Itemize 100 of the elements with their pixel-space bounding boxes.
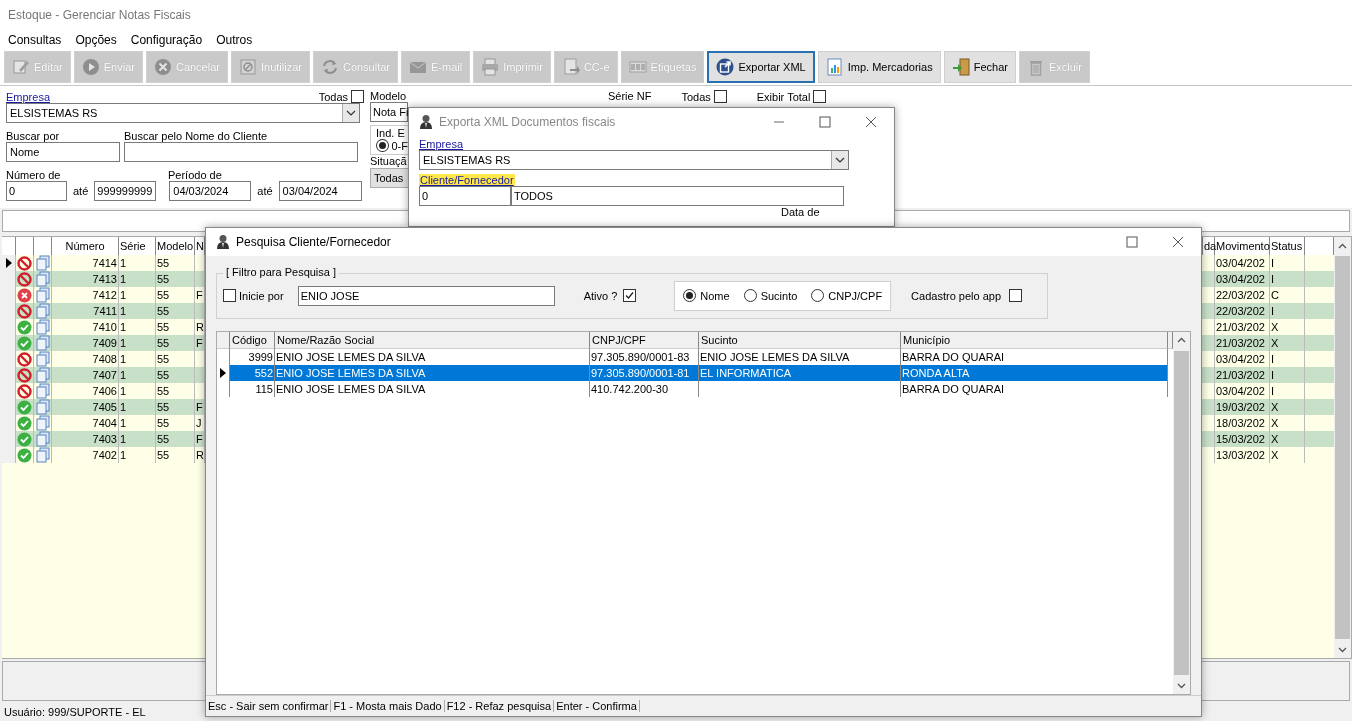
date-to-field[interactable]: 03/04/2024 [278,181,362,202]
close-icon[interactable] [1172,236,1184,248]
document-icon [35,287,50,304]
table-cell[interactable]: ENIO JOSE LEMES DA SILVA [275,348,590,365]
client-code-field[interactable]: 0 [419,186,511,206]
maximize-icon[interactable] [1126,236,1138,248]
checkbox[interactable] [223,289,236,303]
chevron-up-icon [1177,337,1186,344]
check-circle-icon [17,335,32,351]
label: Nome [700,289,730,302]
shortcut-hint: F1 - Mosta mais Dado [331,700,445,713]
label: Inicie por [239,289,284,302]
menu-item[interactable]: Outros [216,32,253,47]
exit-door-icon [951,58,970,77]
menu-item[interactable]: Consultas [8,32,62,47]
table-cell[interactable]: 3999 [230,348,275,365]
table-cell[interactable]: ENIO JOSE LEMES DA SILVA [275,364,590,381]
client-link[interactable]: Cliente/Fornecedor [419,174,515,186]
label: Modelo [370,90,408,103]
customer-name-field[interactable] [124,142,358,163]
label: até [73,185,89,198]
search-field[interactable]: ENIO JOSE [297,285,555,306]
number-from-field[interactable]: 0 [6,181,67,202]
table-cell[interactable]: 97.305.890/0001-83 [590,348,699,365]
table-cell[interactable]: 410.742.200-30 [590,380,699,397]
radio-button[interactable] [811,289,825,303]
check-circle-icon [17,431,32,447]
column-header[interactable]: Sucinto [699,331,901,349]
radio-button[interactable] [743,289,757,303]
table-cell[interactable]: 97.305.890/0001-81 [590,364,699,381]
column-header[interactable]: Número [52,237,119,256]
table-cell[interactable]: 552 [230,364,275,381]
close-icon[interactable] [865,116,877,128]
column-header[interactable]: CNPJ/CPF [590,331,699,349]
radio-button[interactable] [683,289,697,303]
client-name-field[interactable]: TODOS [511,186,844,206]
table-cell: 7402 [52,447,119,464]
date-from-field[interactable]: 04/03/2024 [169,181,252,202]
check-circle-icon [17,399,32,415]
column-header[interactable]: Município [901,331,1168,349]
table-cell[interactable]: ENIO JOSE LEMES DA SILVA [275,380,590,397]
blocked-icon [238,58,257,77]
document-icon [35,351,50,368]
table-cell[interactable]: EL INFORMATICA [699,364,901,381]
document-icon [35,271,50,288]
table-cell: 1 [119,399,156,416]
number-to-field[interactable]: 999999999 [94,181,157,202]
search-by-dropdown[interactable]: Nome [6,142,120,163]
caret-icon [346,110,356,117]
checkbox[interactable] [713,90,727,104]
table-cell[interactable]: BARRA DO QUARAI [901,348,1168,365]
table-cell: 1 [119,271,156,288]
table-cell[interactable]: ENIO JOSE LEMES DA SILVA [699,348,901,365]
label: Série NF [608,90,652,103]
checkbox[interactable] [623,289,637,303]
company-dropdown[interactable]: ELSISTEMAS RS [419,150,849,170]
maximize-icon[interactable] [819,116,831,128]
document-icon [35,367,50,384]
scrollbar[interactable] [1173,331,1190,695]
document-icon [35,383,50,400]
table-cell: 7403 [52,431,119,448]
label: Buscar pelo Nome do Cliente [124,130,268,143]
toolbar-button[interactable]: Imp. Mercadorias [817,51,941,84]
shortcut-hint: Esc - Sair sem confirmar [206,700,332,713]
empresa-link[interactable]: Empresa [419,138,464,150]
chevron-down-icon [1177,682,1186,689]
checkbox[interactable] [351,90,364,104]
document-icon [35,431,50,448]
toolbar-button[interactable]: Exportar XML [707,51,815,84]
label: Data de [781,206,821,219]
user-icon [216,234,230,250]
radio-button[interactable] [376,139,389,153]
column-header[interactable]: Nome/Razão Social [275,331,590,349]
checkbox[interactable] [813,90,827,104]
menu-item[interactable]: Configuração [130,32,203,47]
table-cell: 21/03/202 [1215,367,1270,384]
checkbox[interactable] [1009,289,1022,303]
caret-icon [835,157,845,163]
shortcut-hint: Enter - Confirma [554,700,640,713]
column-header[interactable]: Movimento [1215,237,1270,256]
table-cell[interactable]: RONDA ALTA [901,364,1168,381]
table-cell[interactable]: 115 [230,380,275,397]
column-header[interactable]: Série [119,237,156,256]
column-header[interactable]: Status [1270,237,1305,256]
document-icon [35,303,50,320]
scrollbar[interactable] [1334,237,1351,659]
empresa-link[interactable]: Empresa [6,90,51,103]
user-icon [419,114,433,130]
document-icon [35,255,50,272]
column-header[interactable]: Código [230,331,275,349]
toolbar-button[interactable]: Fechar [943,51,1016,84]
company-dropdown[interactable]: ELSISTEMAS RS [6,103,360,124]
column-header[interactable]: Modelo [156,237,195,256]
table-cell: 19/03/202 [1215,399,1270,416]
label: Buscar por [6,130,61,143]
menu-item[interactable]: Opções [75,32,117,47]
table-cell: I [1270,367,1305,384]
column-header[interactable]: da [1203,237,1215,256]
table-cell[interactable]: BARRA DO QUARAI [901,380,1168,397]
chevron-up-icon [1338,242,1347,249]
